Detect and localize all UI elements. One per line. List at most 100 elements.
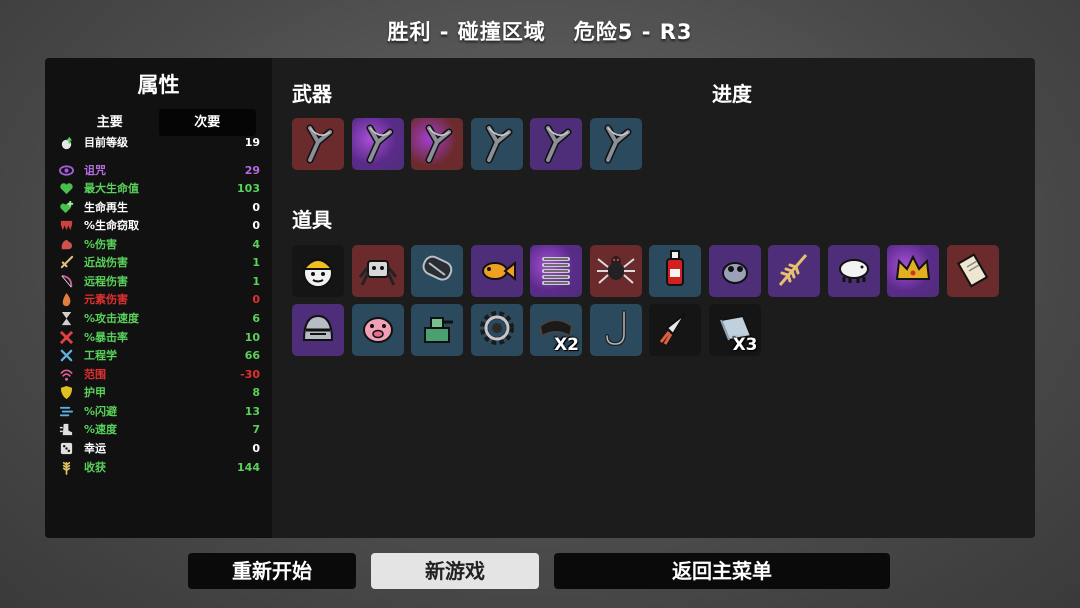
stat-value: 144 (237, 460, 260, 474)
slingshot-icon (356, 120, 400, 168)
item-slot[interactable] (827, 245, 880, 297)
slingshot-icon (296, 120, 340, 168)
stat-row: 近战伤害 1 (58, 253, 260, 271)
weapon-slot[interactable] (411, 118, 463, 170)
restart-button[interactable]: 重新开始 (188, 553, 356, 589)
stats-title: 属性 (137, 73, 180, 97)
item-slot[interactable] (470, 245, 523, 297)
heart-icon (58, 180, 74, 196)
goldfish-icon (475, 247, 519, 295)
weapon-slot[interactable] (470, 118, 523, 170)
item-slot[interactable] (649, 245, 701, 297)
stat-label: %攻击速度 (84, 312, 140, 325)
stat-value: -30 (240, 367, 260, 381)
slingshot-icon (475, 120, 519, 168)
crown-icon (891, 247, 935, 295)
item-slot[interactable] (411, 304, 463, 356)
turret-icon (415, 306, 459, 354)
stat-row: %生命窃取 0 (58, 216, 260, 234)
item-slot[interactable] (351, 245, 404, 297)
stat-row: 幸运 0 (58, 439, 260, 457)
item-count: X2 (554, 335, 579, 355)
stat-label: 远程伤害 (84, 275, 128, 288)
item-slot[interactable] (946, 245, 999, 297)
items-title: 道具 (292, 208, 332, 232)
gear-icon (475, 306, 519, 354)
item-slot[interactable] (589, 245, 642, 297)
item-count: X3 (732, 335, 758, 355)
weapon-slot[interactable] (292, 118, 344, 170)
helmet-face-icon (296, 247, 340, 295)
stat-row: %闪避 13 (58, 402, 260, 420)
stat-label: 范围 (84, 368, 106, 381)
stat-row: 远程伤害 1 (58, 272, 260, 290)
weapon-slot[interactable] (589, 118, 642, 170)
muscle-icon (58, 236, 74, 252)
stat-label: 近战伤害 (84, 256, 128, 269)
slingshot-icon (534, 120, 578, 168)
stat-value: 1 (252, 274, 260, 288)
stat-value: 1 (252, 255, 260, 269)
dice-icon (58, 440, 74, 456)
stat-row: 目前等级 19 (58, 133, 260, 151)
stat-value: 8 (252, 385, 260, 399)
stat-row: 工程学 66 (58, 346, 260, 364)
shield-icon (58, 384, 74, 400)
stat-value: 0 (252, 292, 260, 306)
wheat-icon (58, 459, 74, 475)
weapon-slot[interactable] (351, 118, 404, 170)
stat-row: %暴击率 10 (58, 328, 260, 346)
item-slot[interactable] (292, 245, 344, 297)
stat-label: 目前等级 (84, 136, 128, 149)
item-slot[interactable] (351, 304, 404, 356)
stat-row: 生命再生 0 (58, 198, 260, 216)
loadout-area: 武器 进度 道具 X2 X3 (272, 58, 1035, 538)
item-slot[interactable] (708, 245, 761, 297)
run-summary-panel: 属性 主要 次要 目前等级 19 诅咒 29 最大生命值 103 生命再生 0 %生命窃取 0 %伤… (45, 58, 1035, 538)
weapon-slot[interactable] (530, 118, 582, 170)
item-slot[interactable] (589, 304, 642, 356)
stats-panel: 属性 主要 次要 目前等级 19 诅咒 29 最大生命值 103 生命再生 0 %生命窃取 0 %伤… (45, 58, 272, 538)
spider-icon (594, 247, 638, 295)
item-slot[interactable] (530, 245, 582, 297)
item-slot[interactable] (470, 304, 523, 356)
stats-tabs: 主要 次要 (61, 109, 256, 136)
new-game-button[interactable]: 新游戏 (371, 553, 539, 589)
crit-icon (58, 329, 74, 345)
level-up-icon (58, 134, 74, 150)
alien-eyes-icon (713, 247, 757, 295)
stat-label: 元素伤害 (84, 293, 128, 306)
tab-primary[interactable]: 主要 (61, 109, 159, 136)
weapons-title: 武器 (292, 82, 332, 106)
item-slot[interactable] (649, 304, 701, 356)
stat-label: 工程学 (84, 349, 117, 362)
item-slot[interactable]: X3 (708, 304, 761, 356)
range-icon (58, 366, 74, 382)
item-slot[interactable] (887, 245, 939, 297)
ketchup-icon (653, 247, 697, 295)
main-menu-button[interactable]: 返回主菜单 (554, 553, 890, 589)
heart-plus-icon (58, 199, 74, 215)
stat-row: 最大生命值 103 (58, 179, 260, 197)
tab-secondary[interactable]: 次要 (158, 109, 256, 136)
spring-icon (534, 247, 578, 295)
stat-value: 29 (244, 163, 260, 177)
bow-icon (58, 273, 74, 289)
stat-row: %速度 7 (58, 420, 260, 438)
stat-row: %攻击速度 6 (58, 309, 260, 327)
item-slot[interactable] (411, 245, 463, 297)
item-slot[interactable]: X2 (530, 304, 582, 356)
stat-row: 范围 -30 (58, 365, 260, 383)
fangs-icon (58, 217, 74, 233)
stat-value: 6 (252, 311, 260, 325)
stat-label: %闪避 (84, 405, 118, 418)
stat-value: 4 (252, 237, 260, 251)
hourglass-icon (58, 310, 74, 326)
wheat-icon (772, 247, 816, 295)
item-slot[interactable] (768, 245, 820, 297)
result-label: 胜利 - 碰撞区域 (387, 20, 546, 44)
stat-row: 护甲 8 (58, 383, 260, 401)
stat-label: 收获 (84, 461, 106, 474)
tardigrade-icon (832, 247, 876, 295)
item-slot[interactable] (292, 304, 344, 356)
